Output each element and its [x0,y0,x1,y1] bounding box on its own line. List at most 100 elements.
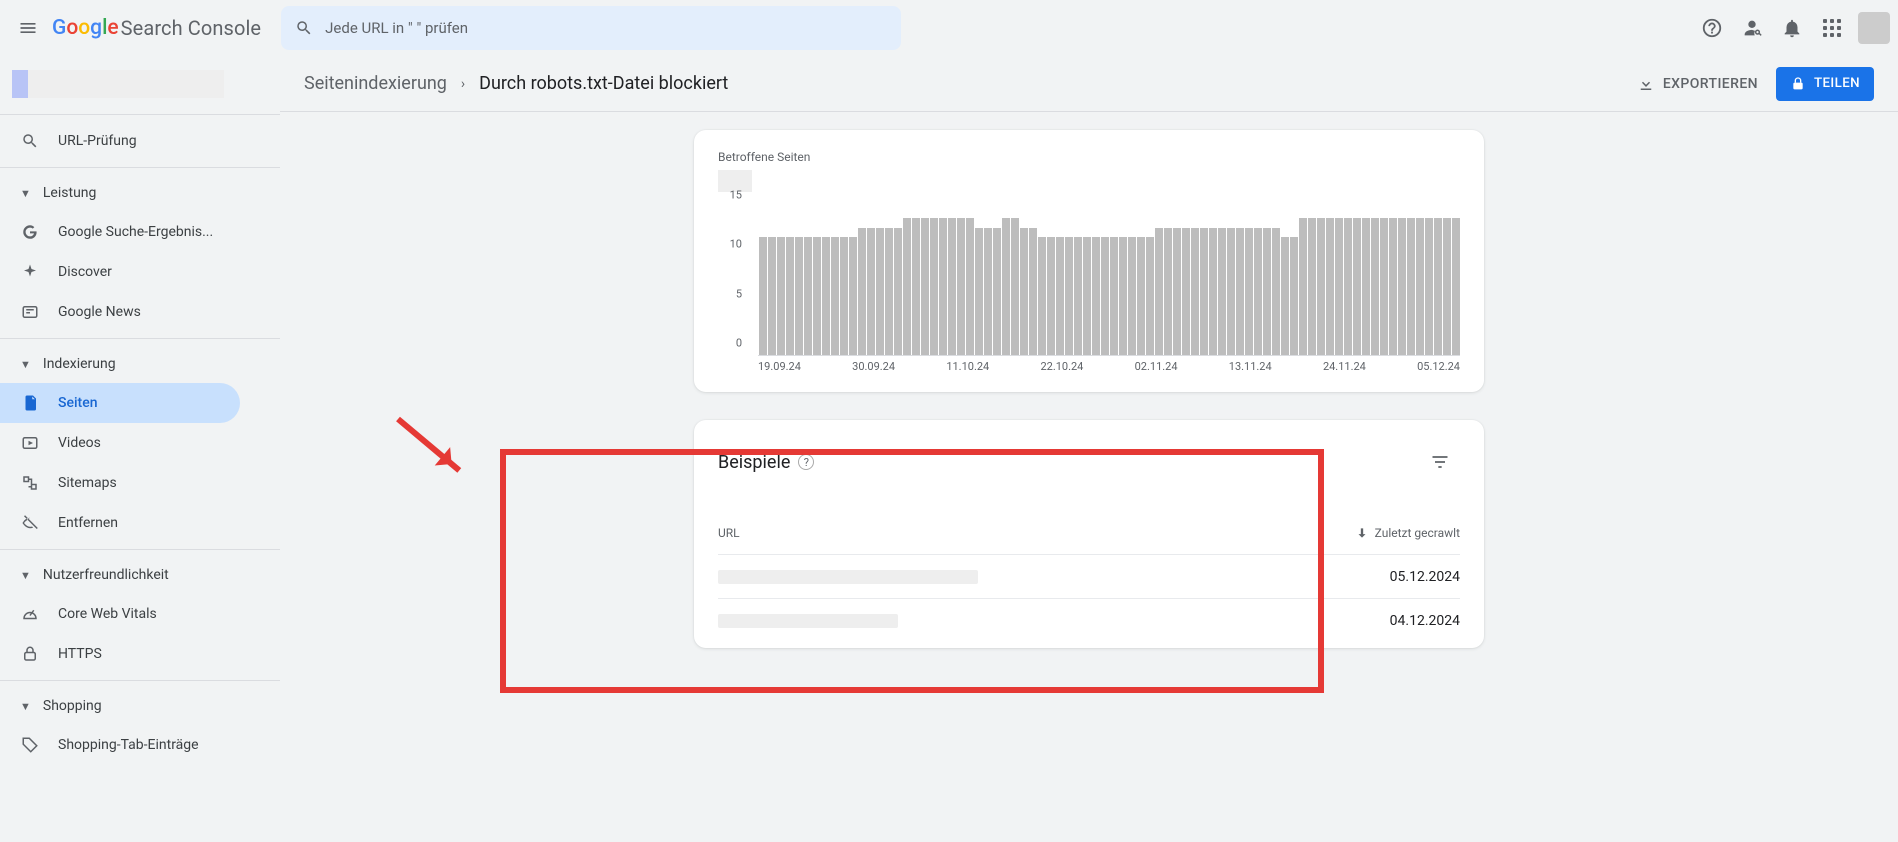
chart-bar[interactable] [1119,237,1127,355]
product-logo[interactable]: Google Search Console [52,16,261,40]
chart-bar[interactable] [1029,228,1037,355]
chart-bar[interactable] [831,237,839,355]
chart-bar[interactable] [876,228,884,355]
chart-bar[interactable] [1281,237,1289,355]
share-button[interactable]: TEILEN [1776,67,1874,101]
chart-bar[interactable] [966,218,974,355]
chart-bar[interactable] [1182,228,1190,355]
chart-bar[interactable] [840,237,848,355]
chart-bar[interactable] [1200,228,1208,355]
chart-bar[interactable] [984,228,992,355]
sidebar-section-experience[interactable]: ▼ Nutzerfreundlichkeit [0,556,280,594]
sidebar-item-search-results[interactable]: Google Suche-Ergebnis... [0,212,280,252]
chart-bar[interactable] [786,237,794,355]
chart-bar[interactable] [903,218,911,355]
chart-bar[interactable] [777,237,785,355]
chart-bar[interactable] [1227,228,1235,355]
chart-bar[interactable] [975,228,983,355]
breadcrumb-parent[interactable]: Seitenindexierung [304,73,447,94]
table-row[interactable]: 04.12.2024 [718,598,1460,642]
sidebar-item-core-web-vitals[interactable]: Core Web Vitals [0,594,280,634]
chart-bar[interactable] [1416,218,1424,355]
chart-bar[interactable] [1164,228,1172,355]
chart-bar[interactable] [1272,228,1280,355]
col-crawled-label[interactable]: Zuletzt gecrawlt [1300,526,1460,540]
sidebar-item-discover[interactable]: Discover [0,252,280,292]
chart-bar[interactable] [1434,218,1442,355]
chart-bar[interactable] [795,237,803,355]
chart-bar[interactable] [1146,237,1154,355]
chart-bar[interactable] [1209,228,1217,355]
chart-bar[interactable] [1308,218,1316,355]
chart-bar[interactable] [1299,218,1307,355]
chart-bar[interactable] [1002,218,1010,355]
sidebar-item-pages[interactable]: Seiten [0,383,240,423]
chart-bar[interactable] [1074,237,1082,355]
chart-bar[interactable] [1020,228,1028,355]
chart-bar[interactable] [867,228,875,355]
chart-bar[interactable] [921,218,929,355]
chart-bar[interactable] [1056,237,1064,355]
chart-bar[interactable] [1155,228,1163,355]
apps-icon[interactable] [1812,8,1852,48]
chart-bar[interactable] [885,228,893,355]
chart-bar[interactable] [1344,218,1352,355]
sidebar-item-removals[interactable]: Entfernen [0,503,280,543]
chart-bar[interactable] [894,228,902,355]
chart-bar[interactable] [768,237,776,355]
chart-bar[interactable] [1011,218,1019,355]
chart-bar[interactable] [1290,237,1298,355]
chart-bar[interactable] [948,218,956,355]
chart-bar[interactable] [1101,237,1109,355]
chart-bar[interactable] [1380,218,1388,355]
chart-bar[interactable] [1389,218,1397,355]
chart-bar[interactable] [1038,237,1046,355]
chart-bar[interactable] [1110,237,1118,355]
sidebar-item-https[interactable]: HTTPS [0,634,280,674]
notifications-icon[interactable] [1772,8,1812,48]
chart-bar[interactable] [1137,237,1145,355]
chart-bar[interactable] [1362,218,1370,355]
menu-icon[interactable] [8,8,48,48]
help-icon[interactable]: ? [798,454,814,470]
chart-bar[interactable] [1452,218,1460,355]
chart-bar[interactable] [759,237,767,355]
chart-bar[interactable] [849,237,857,355]
chart-bar[interactable] [912,218,920,355]
sidebar-item-url-inspection[interactable]: URL-Prüfung [0,121,280,161]
sidebar-section-indexing[interactable]: ▼ Indexierung [0,345,280,383]
sidebar-item-shopping-tab[interactable]: Shopping-Tab-Einträge [0,725,280,765]
chart-bar[interactable] [1083,237,1091,355]
sidebar-section-performance[interactable]: ▼ Leistung [0,174,280,212]
chart-bar[interactable] [1443,218,1451,355]
chart-bar[interactable] [1191,228,1199,355]
chart-bar[interactable] [1398,218,1406,355]
chart-bar[interactable] [1353,218,1361,355]
url-inspect-search[interactable]: Jede URL in " " prüfen [281,6,901,50]
chart-bar[interactable] [1218,228,1226,355]
sidebar-item-google-news[interactable]: Google News [0,292,280,332]
chart-bar[interactable] [1326,218,1334,355]
account-avatar[interactable] [1858,12,1890,44]
help-icon[interactable] [1692,8,1732,48]
chart-bar[interactable] [858,228,866,355]
chart-bar[interactable] [1236,228,1244,355]
chart-bar[interactable] [1317,218,1325,355]
table-row[interactable]: 05.12.2024 [718,554,1460,598]
chart-bar[interactable] [930,218,938,355]
chart-bar[interactable] [1407,218,1415,355]
export-button[interactable]: EXPORTIEREN [1637,75,1758,93]
chart-bar[interactable] [804,237,812,355]
chart-bar[interactable] [1425,218,1433,355]
users-icon[interactable] [1732,8,1772,48]
chart-bar[interactable] [1371,218,1379,355]
property-selector[interactable] [0,60,280,108]
chart-bar[interactable] [813,237,821,355]
filter-icon[interactable] [1420,442,1460,482]
chart-bar[interactable] [1128,237,1136,355]
chart-bar[interactable] [1254,228,1262,355]
chart-bar[interactable] [939,218,947,355]
chart-bar[interactable] [1173,228,1181,355]
chart-bar[interactable] [957,218,965,355]
chart-bar[interactable] [1092,237,1100,355]
